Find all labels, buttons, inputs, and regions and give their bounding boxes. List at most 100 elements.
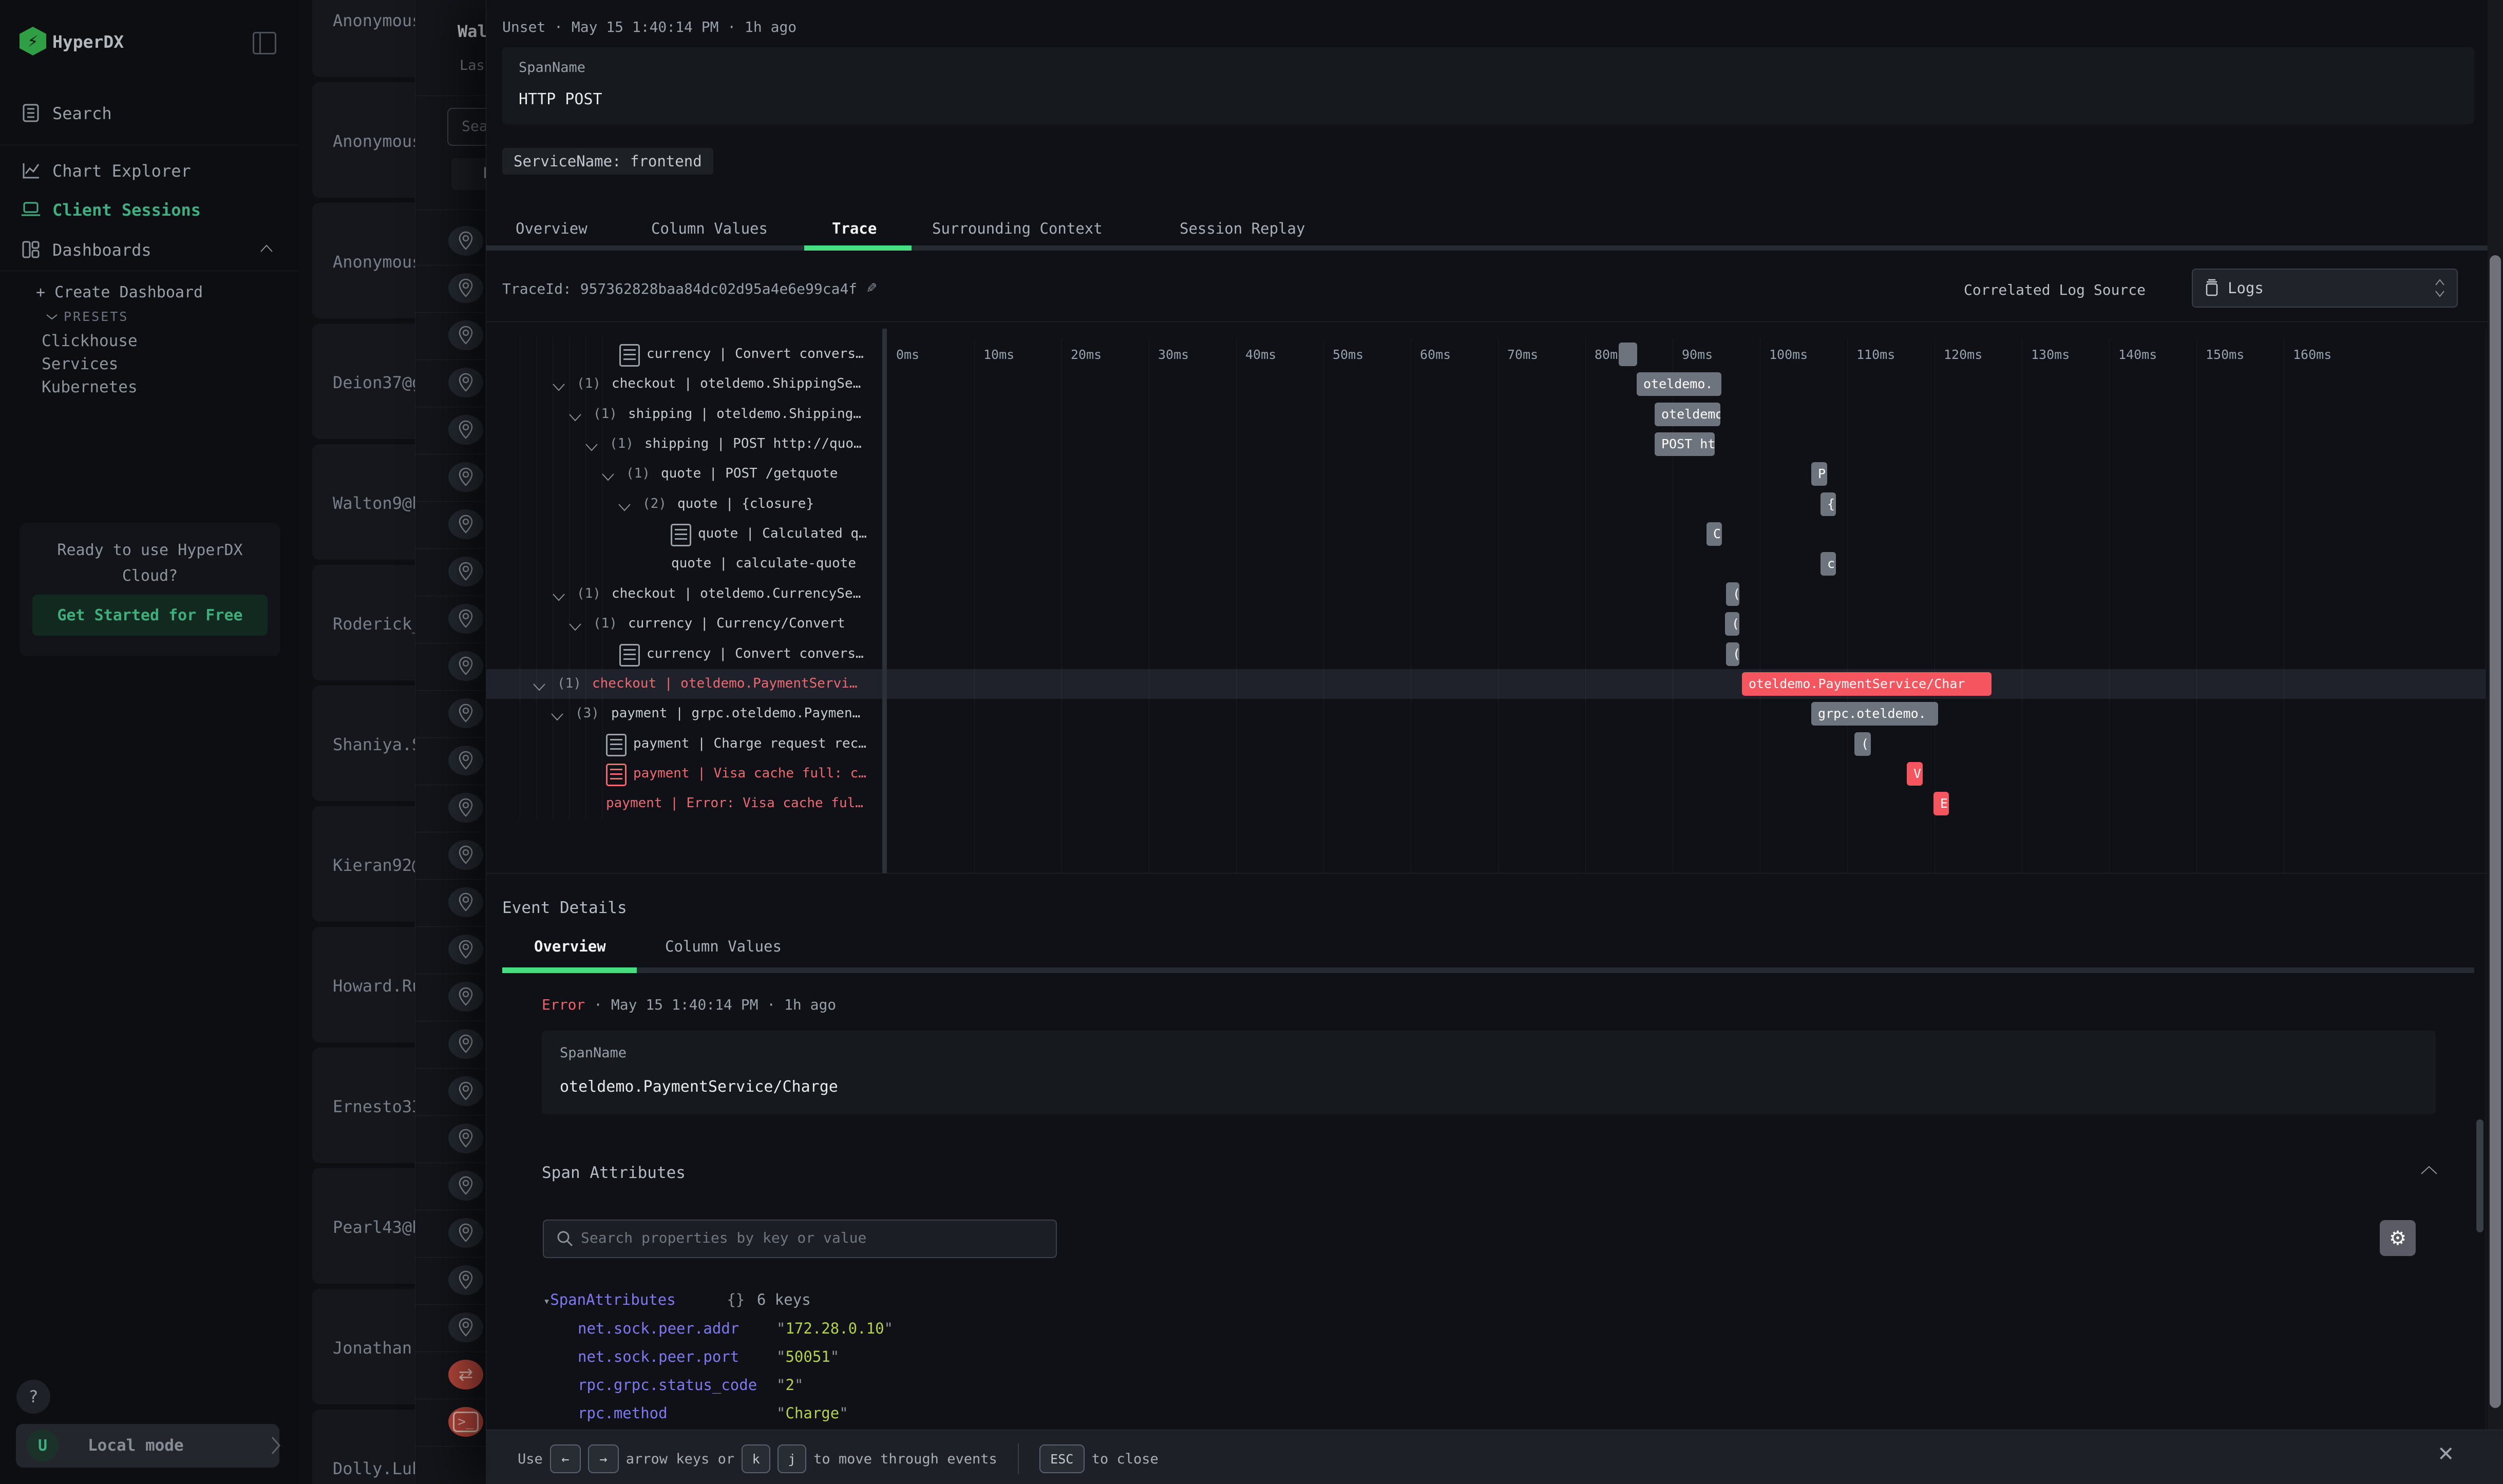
trace-span-row[interactable]: currency | Convert convers… bbox=[486, 339, 882, 369]
session-event-row[interactable] bbox=[415, 926, 486, 974]
session-event-row[interactable] bbox=[415, 407, 486, 454]
attribute-value[interactable]: 172.28.0.10 bbox=[776, 1320, 893, 1337]
chevron-down-icon[interactable] bbox=[567, 620, 583, 636]
k-key[interactable]: k bbox=[742, 1444, 770, 1473]
session-event-row[interactable] bbox=[415, 312, 486, 360]
chevron-down-icon[interactable] bbox=[551, 591, 566, 606]
attribute-row[interactable]: net.sock.peer.addr 172.28.0.10 bbox=[578, 1320, 739, 1337]
trace-span-row[interactable]: (1)shipping | POST http://quo… bbox=[486, 429, 882, 459]
local-mode-button[interactable]: U Local mode bbox=[16, 1424, 279, 1468]
session-search-input[interactable]: Sea bbox=[447, 108, 486, 146]
tree-splitter-handle[interactable] bbox=[882, 329, 887, 873]
tab-session-replay[interactable]: Session Replay bbox=[1180, 220, 1305, 237]
waterfall-bar[interactable]: V bbox=[1907, 762, 1923, 786]
arrow-right-key[interactable]: → bbox=[588, 1444, 619, 1473]
session-event-row[interactable] bbox=[415, 359, 486, 407]
waterfall-bar[interactable]: ( bbox=[1726, 582, 1739, 606]
trace-span-row[interactable]: currency | Convert convers… bbox=[486, 639, 882, 669]
session-event-row[interactable] bbox=[415, 1210, 486, 1258]
waterfall-bar[interactable]: oteldemo. bbox=[1637, 372, 1721, 396]
session-event-row[interactable] bbox=[415, 974, 486, 1021]
chevron-down-icon[interactable] bbox=[617, 501, 632, 516]
trace-span-row[interactable]: (2)quote | {closure} bbox=[486, 489, 882, 519]
session-event-row[interactable] bbox=[415, 785, 486, 832]
waterfall-bar[interactable]: { bbox=[1821, 492, 1836, 516]
session-event-row[interactable] bbox=[415, 265, 486, 313]
session-event-row[interactable] bbox=[415, 1257, 486, 1305]
event-tab-column-values[interactable]: Column Values bbox=[665, 938, 782, 955]
waterfall-bar[interactable]: ( bbox=[1725, 612, 1739, 636]
waterfall-bar[interactable]: POST ht bbox=[1655, 432, 1715, 456]
chevron-down-icon[interactable] bbox=[551, 380, 566, 396]
attribute-key[interactable]: rpc.grpc.status_code bbox=[578, 1376, 757, 1394]
trace-span-row[interactable]: payment | Error: Visa cache ful… bbox=[486, 789, 882, 819]
session-event-row[interactable] bbox=[415, 596, 486, 643]
session-event-row[interactable] bbox=[415, 879, 486, 927]
trace-span-row[interactable]: (3)payment | grpc.oteldemo.Paymen… bbox=[486, 699, 882, 729]
arrow-left-key[interactable]: ← bbox=[550, 1444, 581, 1473]
scrollbar-thumb[interactable] bbox=[2490, 255, 2501, 1408]
session-event-row[interactable] bbox=[415, 737, 486, 785]
preset-item-services[interactable]: Services bbox=[42, 355, 118, 373]
create-dashboard-button[interactable]: + Create Dashboard bbox=[36, 283, 203, 301]
waterfall-bar[interactable]: P bbox=[1811, 462, 1827, 486]
chevron-down-icon[interactable] bbox=[532, 680, 547, 696]
attribute-row[interactable]: net.sock.peer.port 50051 bbox=[578, 1348, 739, 1365]
tab-surrounding-context[interactable]: Surrounding Context bbox=[932, 220, 1103, 237]
session-event-row[interactable]: ⇄ bbox=[415, 1352, 486, 1399]
sidebar-item-dashboards[interactable]: Dashboards bbox=[20, 234, 281, 267]
preset-item-kubernetes[interactable]: Kubernetes bbox=[42, 378, 138, 396]
waterfall-bar[interactable]: ( bbox=[1726, 642, 1739, 666]
waterfall-bar[interactable] bbox=[1619, 343, 1637, 366]
attributes-settings-button[interactable]: ⚙ bbox=[2380, 1220, 2416, 1256]
presets-group-label[interactable]: PRESETS bbox=[45, 309, 128, 324]
session-event-row[interactable] bbox=[415, 548, 486, 596]
waterfall-bar[interactable]: oteldemo bbox=[1655, 403, 1720, 426]
session-filter-button[interactable]: H bbox=[451, 158, 486, 190]
help-button[interactable]: ? bbox=[16, 1380, 50, 1414]
log-source-select[interactable]: Logs bbox=[2192, 269, 2458, 308]
trace-span-row[interactable]: (1)checkout | oteldemo.CurrencySe… bbox=[486, 579, 882, 609]
attribute-value[interactable]: 2 bbox=[776, 1376, 803, 1394]
inner-scrollbar-thumb[interactable] bbox=[2476, 1119, 2483, 1232]
waterfall-bar[interactable]: grpc.oteldemo. bbox=[1811, 702, 1938, 726]
attributes-root-row[interactable]: ▾SpanAttributes {} 6 keys bbox=[543, 1291, 811, 1308]
chevron-down-icon[interactable] bbox=[584, 441, 599, 456]
session-event-row[interactable] bbox=[415, 690, 486, 738]
session-event-row[interactable] bbox=[415, 1021, 486, 1069]
trace-span-row[interactable]: payment | Visa cache full: c… bbox=[486, 759, 882, 789]
attribute-key[interactable]: net.sock.peer.port bbox=[578, 1348, 739, 1365]
event-tab-overview[interactable]: Overview bbox=[534, 938, 606, 955]
sidebar-item-client-sessions[interactable]: Client Sessions bbox=[20, 194, 281, 227]
attribute-key[interactable]: rpc.method bbox=[578, 1404, 668, 1422]
chevron-down-icon[interactable] bbox=[600, 470, 616, 486]
get-started-button[interactable]: Get Started for Free bbox=[32, 595, 268, 636]
waterfall-bar[interactable]: C bbox=[1706, 522, 1722, 546]
session-event-row[interactable] bbox=[415, 218, 486, 265]
session-event-row[interactable] bbox=[415, 643, 486, 691]
waterfall-bar[interactable]: c bbox=[1821, 552, 1836, 576]
session-event-row[interactable] bbox=[415, 832, 486, 880]
attribute-row[interactable]: rpc.method Charge bbox=[578, 1404, 668, 1422]
trace-span-row[interactable]: (1)shipping | oteldemo.Shipping… bbox=[486, 399, 882, 429]
session-event-row[interactable] bbox=[415, 501, 486, 549]
attribute-key[interactable]: net.sock.peer.addr bbox=[578, 1320, 739, 1337]
session-event-row[interactable] bbox=[415, 1163, 486, 1210]
waterfall-bar[interactable]: E bbox=[1933, 792, 1949, 815]
trace-span-row[interactable]: (1)quote | POST /getquote bbox=[486, 459, 882, 489]
trace-span-row[interactable]: (1)checkout | oteldemo.ShippingSe… bbox=[486, 369, 882, 399]
session-event-row[interactable] bbox=[415, 454, 486, 502]
attribute-value[interactable]: Charge bbox=[776, 1404, 848, 1422]
drawer-scrollbar[interactable] bbox=[2488, 0, 2503, 1484]
waterfall-bar[interactable]: ( bbox=[1854, 732, 1871, 756]
trace-span-row[interactable]: quote | Calculated q… bbox=[486, 519, 882, 549]
sidebar-item-search[interactable]: Search bbox=[20, 98, 281, 130]
attribute-value[interactable]: 50051 bbox=[776, 1348, 839, 1365]
attributes-search-input[interactable]: Search properties by key or value bbox=[543, 1220, 1057, 1258]
j-key[interactable]: j bbox=[778, 1444, 806, 1473]
collapse-section-icon[interactable] bbox=[2420, 1165, 2438, 1176]
chevron-down-icon[interactable] bbox=[549, 710, 565, 726]
esc-key[interactable]: ESC bbox=[1039, 1444, 1085, 1473]
session-event-row[interactable] bbox=[415, 1115, 486, 1163]
trace-span-row[interactable]: quote | calculate-quote bbox=[486, 549, 882, 579]
